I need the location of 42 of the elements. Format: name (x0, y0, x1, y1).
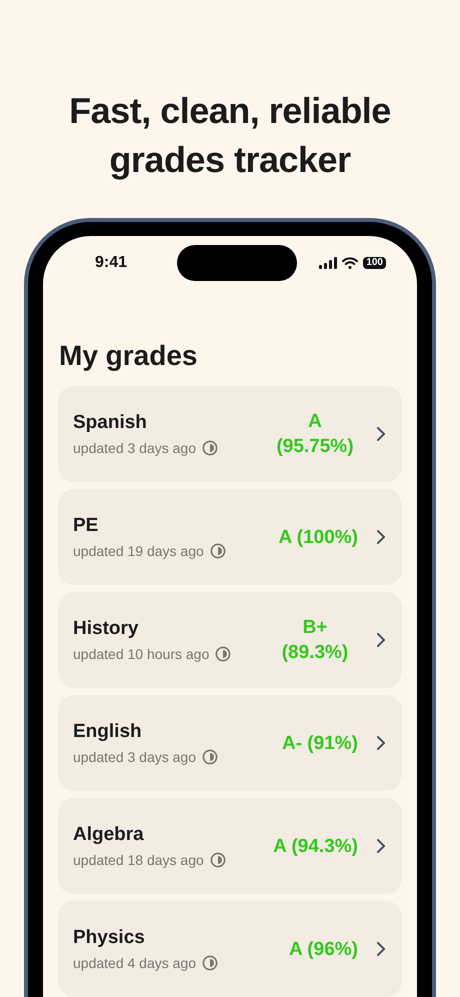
grade-value: A (95.75%) (275, 410, 355, 459)
course-name: Algebra (73, 823, 145, 847)
headline: Fast, clean, reliable grades tracker (68, 89, 392, 182)
clock-icon (202, 749, 218, 765)
course-card[interactable]: Algebra updated 18 days ago A (94.3%) (58, 798, 402, 894)
clock-icon (210, 543, 226, 559)
signal-icon (319, 257, 338, 269)
grade-value: B+ (89.3%) (280, 616, 350, 665)
grade-value: A (94.3%) (273, 834, 358, 858)
chevron-right-icon (376, 529, 386, 545)
grade-value: A (96%) (289, 938, 358, 962)
clock-icon (202, 955, 218, 971)
grade-value: A- (91%) (282, 732, 358, 756)
updated-time: updated 10 hours ago (73, 645, 210, 663)
course-card[interactable]: Physics updated 4 days ago A (96%) (58, 901, 402, 997)
status-time: 9:41 (95, 253, 128, 273)
course-name: History (73, 617, 140, 641)
course-name: PE (73, 514, 100, 538)
chevron-right-icon (376, 426, 386, 442)
course-name: Physics (73, 926, 146, 950)
updated-time: updated 18 days ago (73, 851, 204, 869)
chevron-right-icon (376, 735, 386, 751)
updated-time: updated 4 days ago (73, 954, 196, 972)
clock-icon (215, 646, 232, 662)
updated-time: updated 3 days ago (73, 439, 196, 457)
chevron-right-icon (376, 632, 386, 648)
course-name: English (73, 720, 143, 744)
course-card[interactable]: Spanish updated 3 days ago A (95.75%) (58, 386, 402, 482)
page-title: My grades (59, 339, 198, 373)
course-card[interactable]: History updated 10 hours ago B+ (89.3%) (58, 592, 402, 688)
updated-time: updated 3 days ago (73, 748, 196, 766)
course-name: Spanish (73, 411, 148, 435)
course-card[interactable]: English updated 3 days ago A- (91%) (58, 695, 402, 791)
chevron-right-icon (376, 838, 386, 854)
clock-icon (202, 440, 218, 456)
clock-icon (210, 852, 226, 868)
chevron-right-icon (376, 941, 386, 957)
wifi-icon (342, 257, 358, 269)
updated-time: updated 19 days ago (73, 542, 204, 560)
course-card[interactable]: PE updated 19 days ago A (100%) (58, 489, 402, 585)
grade-value: A (100%) (278, 526, 358, 550)
battery-indicator: 100 (363, 257, 386, 269)
